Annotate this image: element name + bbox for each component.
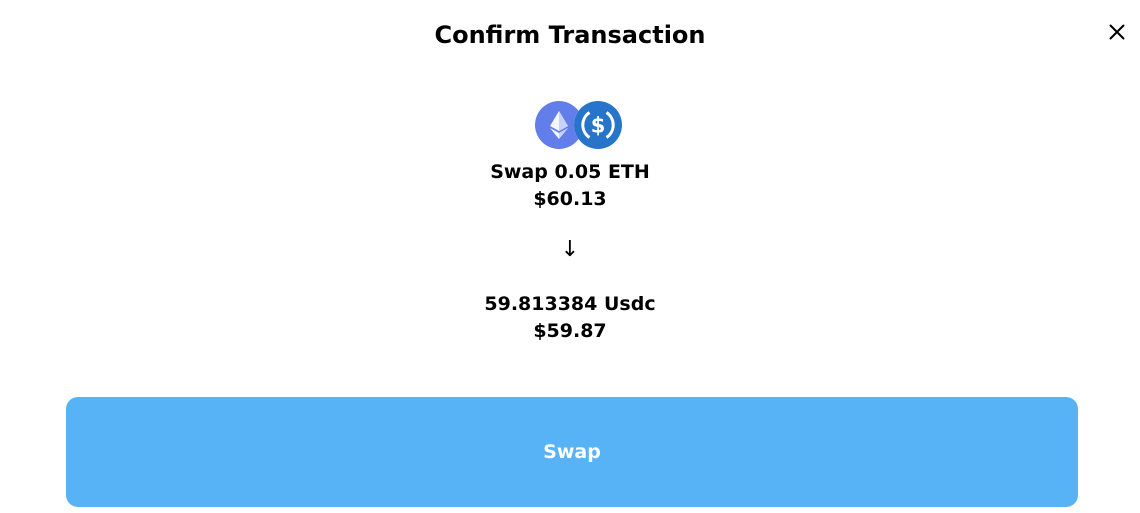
swap-from-amount: Swap 0.05 ETH: [490, 161, 650, 183]
close-button[interactable]: [1103, 18, 1131, 46]
svg-text:$: $: [591, 114, 606, 138]
swap-to-amount: 59.813384 Usdc: [484, 293, 656, 315]
swap-button[interactable]: Swap: [66, 397, 1078, 507]
dialog-title: Confirm Transaction: [434, 21, 706, 49]
swap-to-usd-value: $59.87: [533, 320, 607, 342]
close-icon: [1109, 24, 1125, 40]
arrow-down-icon: ↓: [560, 237, 580, 262]
token-pair-icons: $: [535, 101, 625, 151]
confirm-transaction-dialog: Confirm Transaction $ Swap 0.05 ETH $60.…: [0, 0, 1140, 513]
swap-from-usd-value: $60.13: [533, 188, 607, 210]
usdc-icon: $: [574, 101, 622, 149]
